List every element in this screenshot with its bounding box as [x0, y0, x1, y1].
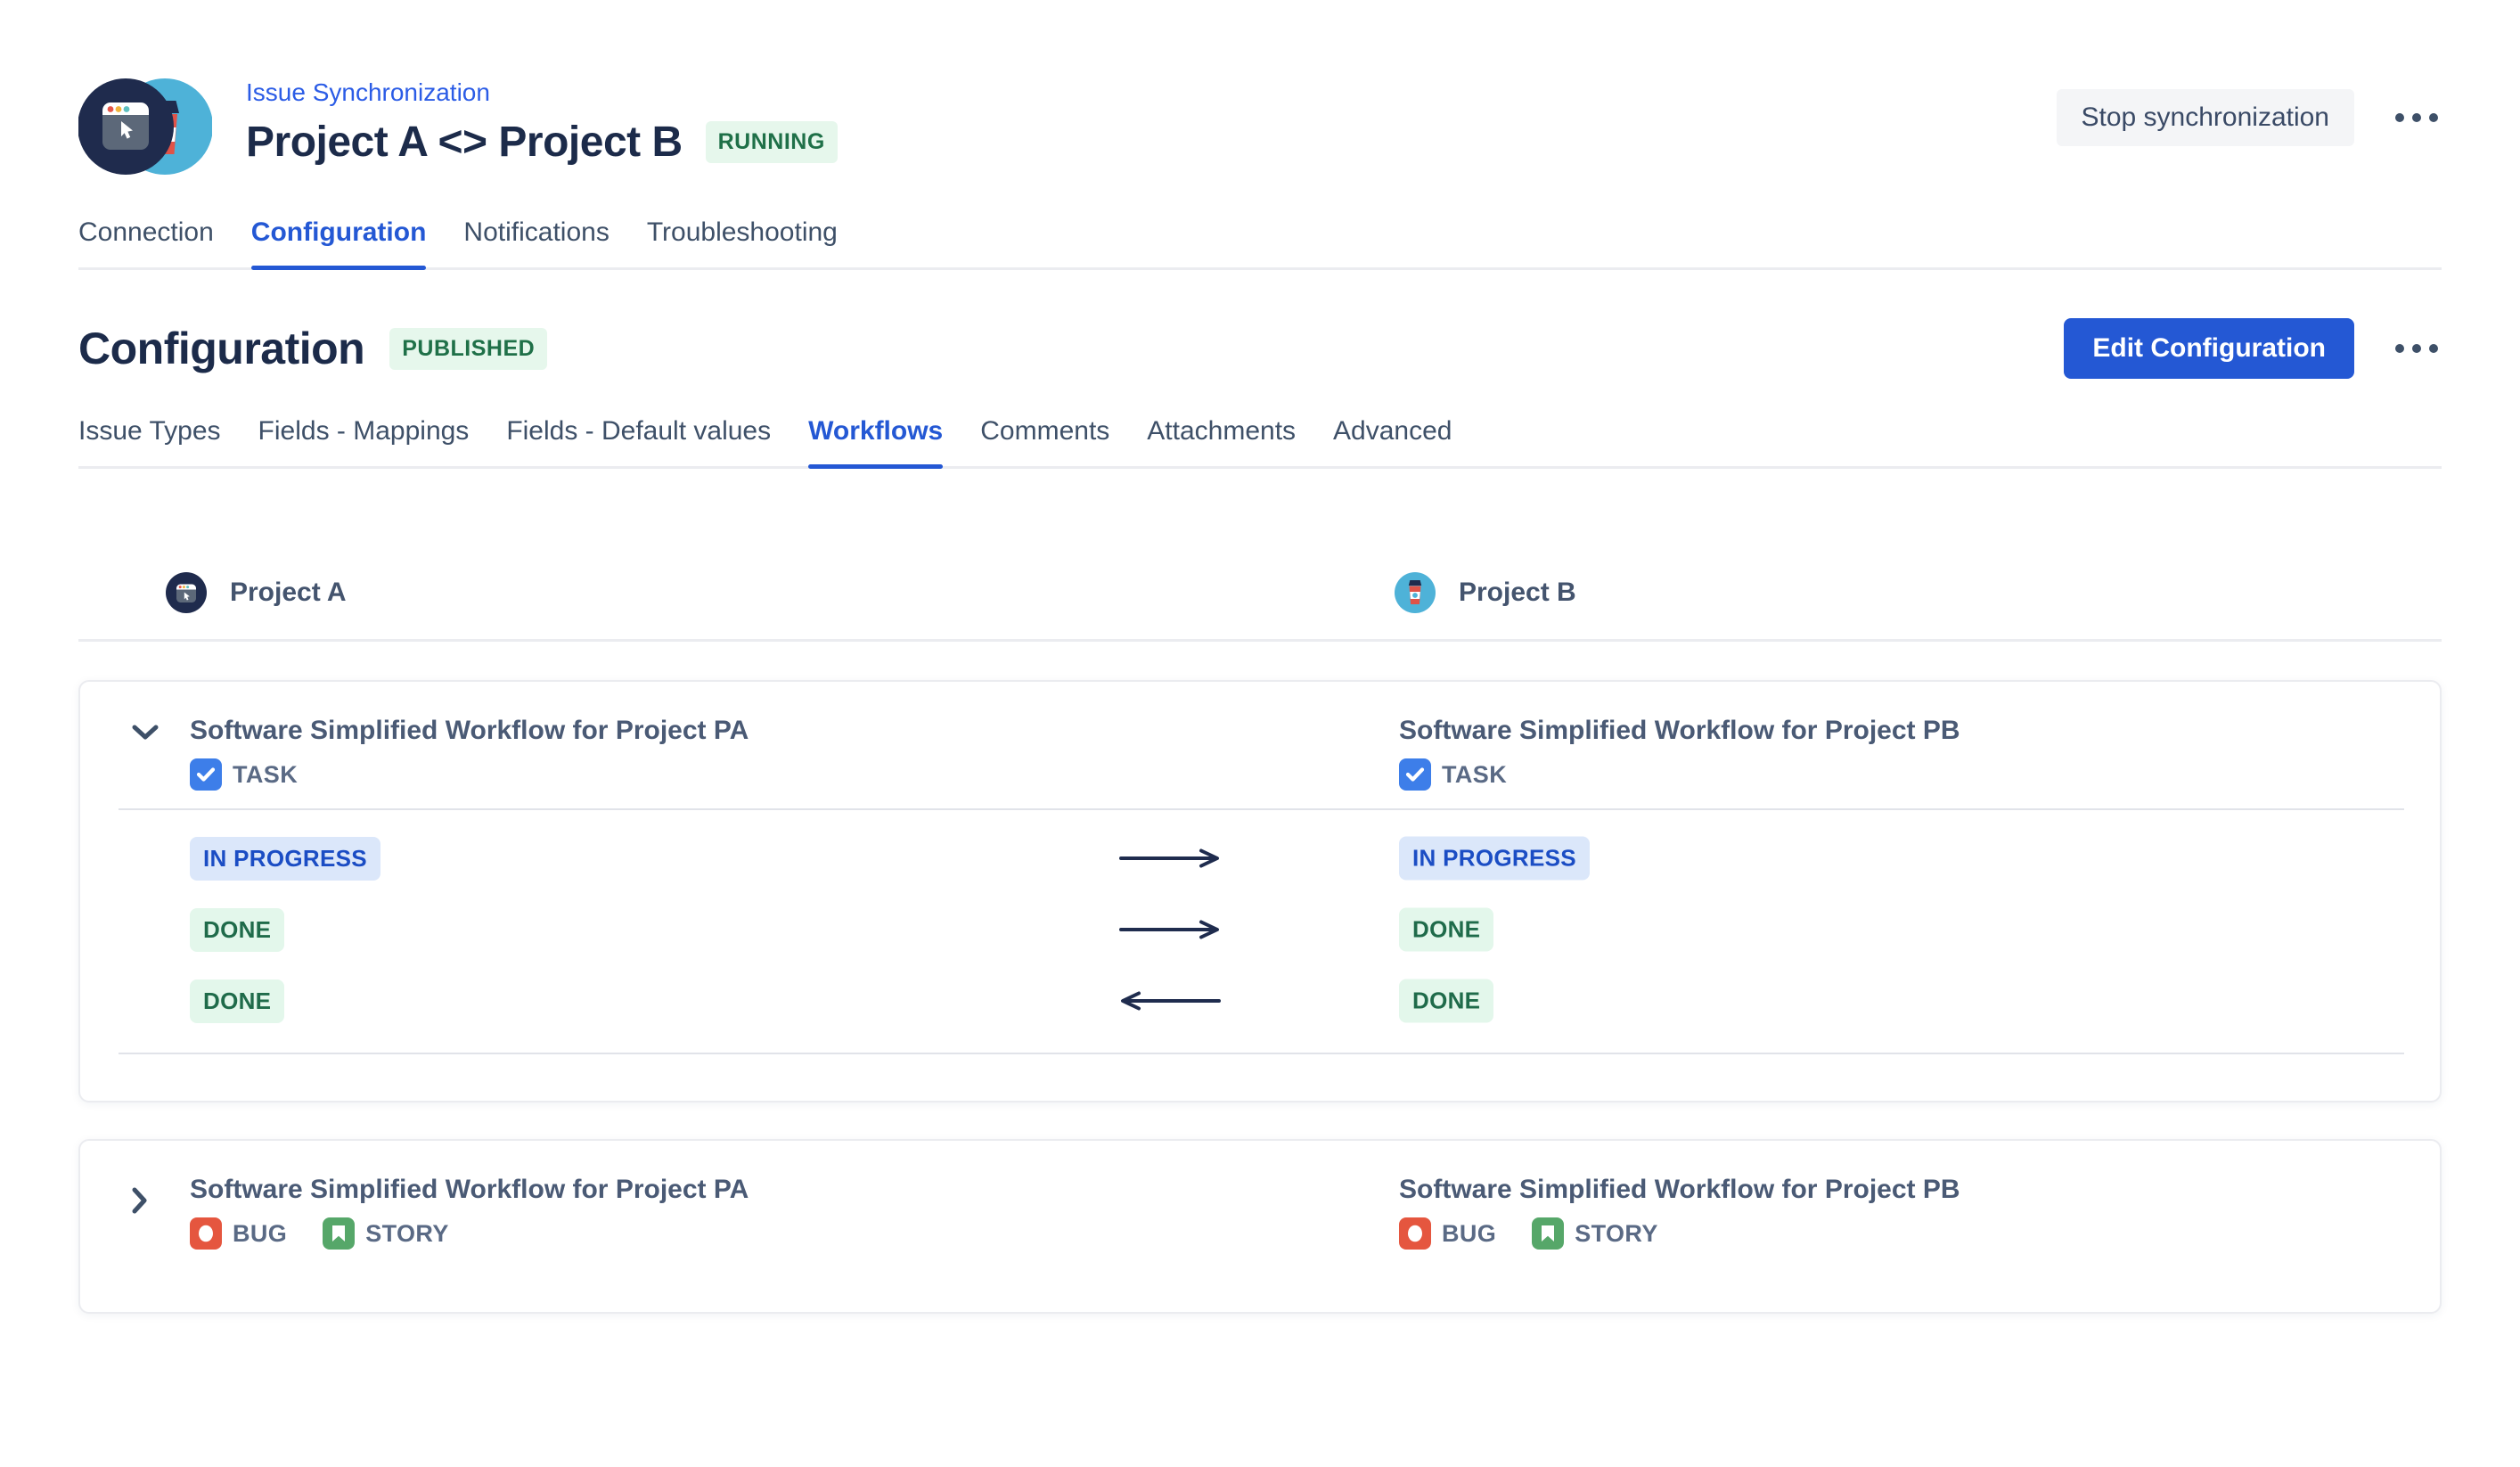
configuration-more-button[interactable] [2392, 335, 2442, 362]
meatball-dot [2395, 344, 2404, 353]
browser-window-icon [102, 102, 149, 150]
story-icon [323, 1217, 355, 1250]
status-mapping-row: IN PROGRESS IN PROGRESS [80, 823, 2440, 894]
workflow-title: Software Simplified Workflow for Project… [190, 1175, 2440, 1205]
subtab-workflows[interactable]: Workflows [808, 416, 943, 466]
configuration-subtabs: Issue Types Fields - Mappings Fields - D… [78, 416, 2442, 469]
project-b-label: Project B [1459, 578, 1576, 608]
status-badge: DONE [190, 979, 284, 1023]
issue-type-chip: STORY [323, 1217, 449, 1250]
more-actions-button[interactable] [2392, 104, 2442, 131]
project-a-label: Project A [230, 578, 347, 608]
workflow-right-block: Software Simplified Workflow for Project… [1399, 716, 1960, 792]
issue-type-chip: STORY [1532, 1217, 1658, 1250]
workflow-left-block: Software Simplified Workflow for Project… [190, 716, 2440, 792]
published-status-badge: PUBLISHED [389, 328, 547, 370]
issue-type-chip: TASK [1399, 758, 1507, 791]
story-icon [1532, 1217, 1564, 1250]
arrow-left-icon [1094, 989, 1246, 1012]
project-columns-header: Project A Project B [78, 572, 2442, 642]
subtab-fields-mappings[interactable]: Fields - Mappings [258, 416, 470, 466]
workflow-title: Software Simplified Workflow for Project… [1399, 716, 1960, 746]
arrow-right-icon [1094, 918, 1246, 941]
status-badge: IN PROGRESS [1399, 837, 1590, 881]
issue-type-label: BUG [233, 1220, 287, 1248]
project-b-icon [1395, 572, 1436, 613]
issue-type-chip: BUG [190, 1217, 287, 1250]
project-a-icon [166, 572, 207, 613]
tab-configuration[interactable]: Configuration [251, 217, 427, 267]
meatball-dot [2412, 344, 2421, 353]
status-mapping-row: DONE DONE [80, 894, 2440, 965]
bug-icon [1399, 1217, 1431, 1250]
project-a-header: Project A [166, 572, 347, 613]
status-mapping-row: DONE DONE [80, 965, 2440, 1037]
connection-header: Issue Synchronization Project A <> Proje… [78, 0, 2442, 176]
status-badge: DONE [190, 908, 284, 952]
task-icon [190, 758, 222, 791]
main-tabs: Connection Configuration Notifications T… [78, 217, 2442, 270]
workflow-right-block: Software Simplified Workflow for Project… [1399, 1175, 1960, 1251]
tab-troubleshooting[interactable]: Troubleshooting [647, 217, 838, 267]
arrow-right-icon [1094, 847, 1246, 870]
issue-type-label: TASK [1442, 761, 1507, 789]
issue-type-chip: BUG [1399, 1217, 1496, 1250]
connection-identity: Issue Synchronization Project A <> Proje… [78, 77, 838, 176]
issue-type-chip: TASK [190, 758, 298, 791]
page: Issue Synchronization Project A <> Proje… [0, 0, 2520, 1467]
project-b-header: Project B [1395, 572, 1576, 613]
edit-configuration-button[interactable]: Edit Configuration [2064, 318, 2354, 379]
status-badge: DONE [1399, 979, 1493, 1023]
stop-synchronization-button[interactable]: Stop synchronization [2057, 89, 2355, 146]
task-icon [1399, 758, 1431, 791]
meatball-dot [2395, 113, 2404, 122]
running-status-badge: RUNNING [706, 121, 838, 163]
meatball-dot [2429, 113, 2438, 122]
subtab-advanced[interactable]: Advanced [1333, 416, 1452, 466]
connection-avatar [78, 77, 212, 176]
status-badge: DONE [1399, 908, 1493, 952]
meatball-dot [2412, 113, 2421, 122]
issue-type-label: STORY [1575, 1220, 1658, 1248]
breadcrumb-link[interactable]: Issue Synchronization [246, 78, 838, 107]
meatball-dot [2429, 344, 2438, 353]
subtab-issue-types[interactable]: Issue Types [78, 416, 221, 466]
issue-type-label: STORY [365, 1220, 449, 1248]
tab-connection[interactable]: Connection [78, 217, 214, 267]
issue-type-label: TASK [233, 761, 298, 789]
workflow-mapping-card: Software Simplified Workflow for Project… [78, 680, 2442, 1102]
workflow-title: Software Simplified Workflow for Project… [1399, 1175, 1960, 1205]
status-badge: IN PROGRESS [190, 837, 380, 881]
subtab-attachments[interactable]: Attachments [1147, 416, 1296, 466]
status-mappings: IN PROGRESS IN PROGRESS DONE DONE DONE D… [80, 810, 2440, 1037]
workflow-left-block: Software Simplified Workflow for Project… [190, 1175, 2440, 1251]
configuration-header: Configuration PUBLISHED Edit Configurati… [78, 318, 2442, 379]
expand-chevron-right-icon[interactable] [130, 1185, 150, 1220]
tab-notifications[interactable]: Notifications [463, 217, 609, 267]
collapse-chevron-down-icon[interactable] [130, 723, 160, 747]
subtab-comments[interactable]: Comments [980, 416, 1109, 466]
workflow-mapping-card: Software Simplified Workflow for Project… [78, 1139, 2442, 1314]
configuration-title: Configuration [78, 323, 364, 374]
issue-type-label: BUG [1442, 1220, 1496, 1248]
subtab-fields-default-values[interactable]: Fields - Default values [506, 416, 771, 466]
bug-icon [190, 1217, 222, 1250]
page-title: Project A <> Project B [246, 118, 683, 167]
workflow-title: Software Simplified Workflow for Project… [190, 716, 2440, 746]
